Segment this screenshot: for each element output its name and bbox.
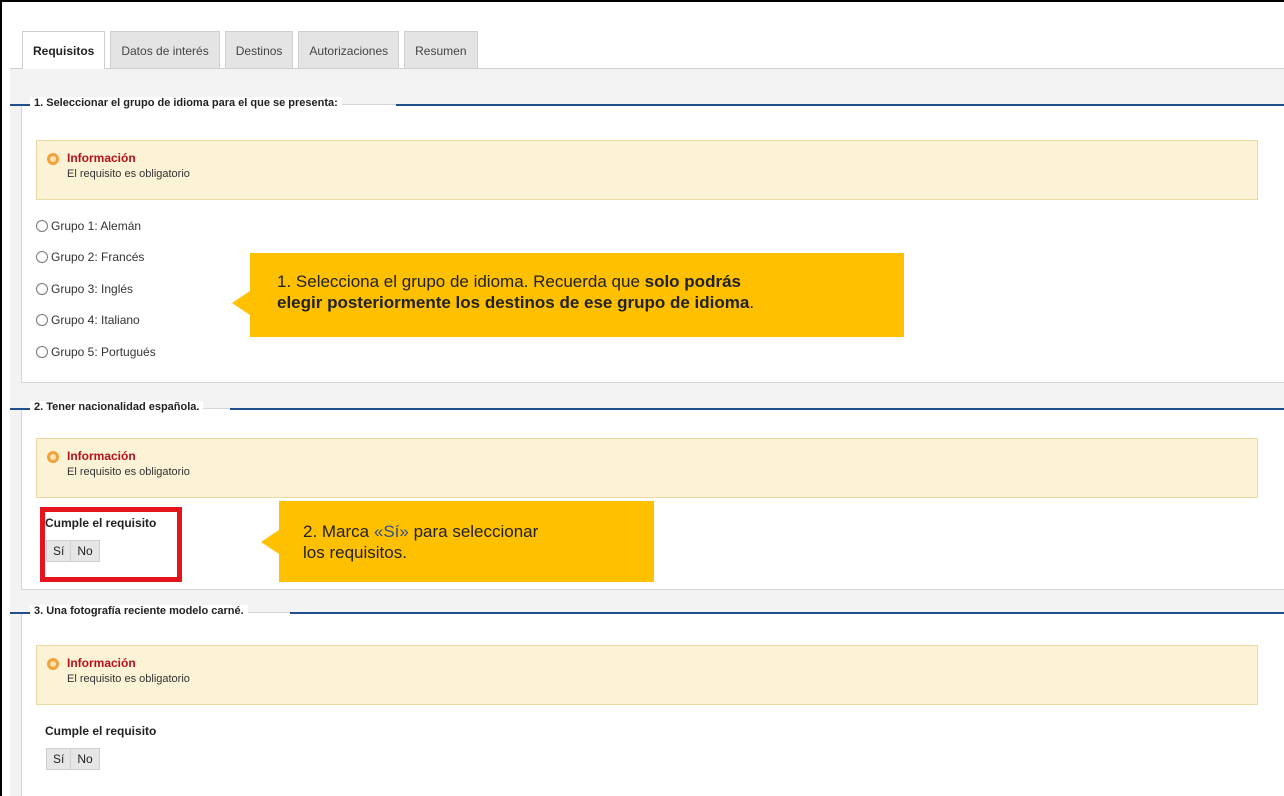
tab-requisitos[interactable]: Requisitos [22,31,106,69]
tab-destinos[interactable]: Destinos [224,31,294,69]
info-text: El requisito es obligatorio [67,168,190,180]
callout-text: para seleccionar [408,522,539,541]
callout-bold-text: solo podrás [644,272,741,291]
highlight-box [40,507,182,582]
callout-text: 2. Marca [303,522,374,541]
radio-label: Grupo 2: Francés [51,250,145,264]
info-box: Información El requisito es obligatorio [36,645,1258,705]
callout-yes-requirement: 2. Marca «Sí» para seleccionar los requi… [279,501,654,582]
tab-autorizaciones[interactable]: Autorizaciones [298,31,400,69]
legend-line-left [10,408,30,410]
info-text: El requisito es obligatorio [67,673,190,685]
section-photo: 3. Una fotografía reciente modelo carné.… [10,605,1284,796]
radio-button[interactable] [36,220,48,232]
callout-arrow-left [261,530,279,554]
callout-text: 1. Selecciona el grupo de idioma. Recuer… [277,272,645,291]
radio-option-group-3[interactable]: Grupo 3: Inglés [36,282,133,296]
tab-bar: Requisitos Datos de interés Destinos Aut… [22,31,483,69]
no-button[interactable]: No [71,748,100,770]
info-title: Información [67,449,136,463]
legend-line-left [10,104,30,106]
radio-option-group-5[interactable]: Grupo 5: Portugués [36,345,156,359]
section-legend: 2. Tener nacionalidad española. [30,401,204,413]
radio-option-group-1[interactable]: Grupo 1: Alemán [36,219,141,233]
tab-datos-de-interes[interactable]: Datos de interés [110,31,220,69]
info-icon [47,153,59,165]
tab-resumen[interactable]: Resumen [404,31,478,69]
section-legend: 1. Seleccionar el grupo de idioma para e… [30,97,342,109]
yes-no-toggle: Sí No [46,748,100,770]
radio-label: Grupo 1: Alemán [51,219,142,233]
legend-line-right [396,104,1284,106]
info-title: Información [67,151,136,165]
radio-button[interactable] [36,251,48,263]
radio-button[interactable] [36,283,48,295]
radio-label: Grupo 3: Inglés [51,282,134,296]
section-legend: 3. Una fotografía reciente modelo carné. [30,605,248,617]
legend-line-right [230,408,1284,410]
callout-arrow-left [232,291,250,315]
info-icon [47,451,59,463]
section-language-group: 1. Seleccionar el grupo de idioma para e… [10,97,1284,383]
requirement-label: Cumple el requisito [45,724,157,738]
callout-language-group: 1. Selecciona el grupo de idioma. Recuer… [250,253,904,337]
legend-line-right [290,612,1284,614]
callout-line-1: 1. Selecciona el grupo de idioma. Recuer… [277,271,904,292]
radio-option-group-2[interactable]: Grupo 2: Francés [36,250,144,264]
radio-option-group-4[interactable]: Grupo 4: Italiano [36,313,140,327]
legend-line-left [10,612,30,614]
yes-button[interactable]: Sí [46,748,72,770]
radio-button[interactable] [36,346,48,358]
callout-bold-text: elegir posteriormente los destinos de es… [277,293,750,312]
callout-accent-text: «Sí» [373,522,409,541]
callout-line-2: elegir posteriormente los destinos de es… [277,292,904,313]
radio-label: Grupo 5: Portugués [51,345,156,359]
callout-line-2: los requisitos. [303,543,407,562]
callout-line-1: 2. Marca «Sí» para seleccionar [303,521,654,542]
info-text: El requisito es obligatorio [67,466,190,478]
radio-label: Grupo 4: Italiano [51,313,140,327]
info-box: Información El requisito es obligatorio [36,140,1258,200]
callout-text: . [749,293,755,312]
radio-button[interactable] [36,314,48,326]
info-icon [47,658,59,670]
info-box: Información El requisito es obligatorio [36,438,1258,498]
info-title: Información [67,656,136,670]
